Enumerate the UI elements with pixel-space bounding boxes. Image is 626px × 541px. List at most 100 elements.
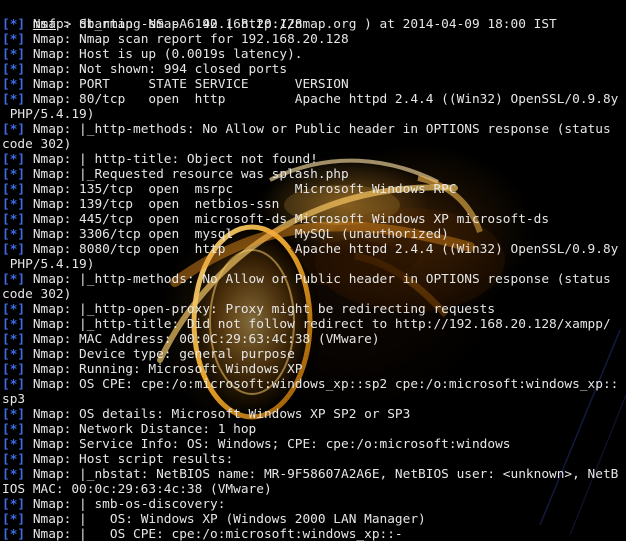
line-prefix: [*]: [2, 347, 26, 362]
line-prefix: [*]: [2, 47, 26, 62]
terminal-line: [*] Nmap: | OS: Windows XP (Windows 2000…: [2, 512, 624, 527]
line-text: Nmap: |_nbstat: NetBIOS name: MR-9F58607…: [25, 467, 619, 482]
terminal-line: [*] Nmap: 139/tcp open netbios-ssn: [2, 197, 624, 212]
line-prefix: [*]: [2, 92, 26, 107]
line-text: Nmap: OS details: Microsoft Windows XP S…: [25, 407, 411, 422]
terminal-line: [*] Nmap: |_http-methods: No Allow or Pu…: [2, 272, 624, 287]
line-prefix: [*]: [2, 332, 26, 347]
line-prefix: [*]: [2, 62, 26, 77]
line-prefix: [*]: [2, 512, 26, 527]
terminal-line: [*] Nmap: |_http-methods: No Allow or Pu…: [2, 122, 624, 137]
terminal-line: [*] Nmap: 3306/tcp open mysql MySQL (una…: [2, 227, 624, 242]
line-prefix: [*]: [2, 452, 26, 467]
line-prefix: [*]: [2, 422, 26, 437]
line-prefix: [*]: [2, 302, 26, 317]
line-text: Nmap: Running: Microsoft Windows XP: [25, 362, 303, 377]
terminal-line: [*] Nmap: Service Info: OS: Windows; CPE…: [2, 437, 624, 452]
line-prefix: [*]: [2, 497, 26, 512]
terminal-line: [*] Nmap: MAC Address: 00:0C:29:63:4C:38…: [2, 332, 624, 347]
line-text: Nmap: 445/tcp open microsoft-ds Microsof…: [25, 212, 550, 227]
line-text: Nmap: Nmap scan report for 192.168.20.12…: [25, 32, 349, 47]
line-prefix: [*]: [2, 362, 26, 377]
line-prefix: [*]: [2, 272, 26, 287]
terminal-line: [*] Nmap: |_http-open-proxy: Proxy might…: [2, 302, 624, 317]
line-text: Nmap: MAC Address: 00:0C:29:63:4C:38 (VM…: [25, 332, 380, 347]
line-text: PHP/5.4.19): [2, 107, 95, 122]
terminal-line: [*] Nmap: 80/tcp open http Apache httpd …: [2, 92, 624, 107]
line-prefix: [*]: [2, 17, 26, 32]
terminal-line: [*] Nmap: | OS CPE: cpe:/o:microsoft:win…: [2, 527, 624, 541]
line-text: Nmap: | smb-os-discovery:: [25, 497, 226, 512]
terminal-line: [*] Nmap: Host is up (0.0019s latency).: [2, 47, 624, 62]
line-text: Nmap: |_http-title: Did not follow redir…: [25, 317, 611, 332]
line-text: Nmap: Starting Nmap 6.40 ( http://nmap.o…: [25, 17, 557, 32]
line-text: Nmap: Host script results:: [25, 452, 234, 467]
line-text: Nmap: 8080/tcp open http Apache httpd 2.…: [25, 242, 619, 257]
terminal-prompt-line: msf > db_nmap -sS -A 192.168.20.128: [2, 2, 624, 32]
terminal-line: [*] Nmap: | smb-os-discovery:: [2, 497, 624, 512]
line-prefix: [*]: [2, 77, 26, 92]
line-text: Nmap: 135/tcp open msrpc Microsoft Windo…: [25, 182, 457, 197]
terminal-line: sp3: [2, 392, 624, 407]
terminal-line: [*] Nmap: Device type: general purpose: [2, 347, 624, 362]
line-prefix: [*]: [2, 527, 26, 541]
terminal-line: code 302): [2, 287, 624, 302]
line-prefix: [*]: [2, 122, 26, 137]
line-prefix: [*]: [2, 167, 26, 182]
terminal-line: code 302): [2, 137, 624, 152]
line-prefix: [*]: [2, 212, 26, 227]
terminal-line: [*] Nmap: Running: Microsoft Windows XP: [2, 362, 624, 377]
line-text: Nmap: Device type: general purpose: [25, 347, 295, 362]
terminal-line: PHP/5.4.19): [2, 257, 624, 272]
line-text: sp3: [2, 392, 26, 407]
line-text: Nmap: 80/tcp open http Apache httpd 2.4.…: [25, 92, 619, 107]
line-prefix: [*]: [2, 152, 26, 167]
line-prefix: [*]: [2, 242, 26, 257]
terminal-line: [*] Nmap: PORT STATE SERVICE VERSION: [2, 77, 624, 92]
terminal-line: [*] Nmap: |_http-title: Did not follow r…: [2, 317, 624, 332]
line-prefix: [*]: [2, 32, 26, 47]
line-text: Nmap: OS CPE: cpe:/o:microsoft:windows_x…: [25, 377, 619, 392]
line-text: Nmap: 139/tcp open netbios-ssn: [25, 197, 280, 212]
line-text: Nmap: Network Distance: 1 hop: [25, 422, 257, 437]
line-prefix: [*]: [2, 317, 26, 332]
line-prefix: [*]: [2, 437, 26, 452]
terminal-line: [*] Nmap: Nmap scan report for 192.168.2…: [2, 32, 624, 47]
line-text: Nmap: Not shown: 994 closed ports: [25, 62, 288, 77]
terminal-line: [*] Nmap: | http-title: Object not found…: [2, 152, 624, 167]
terminal-line: [*] Nmap: OS details: Microsoft Windows …: [2, 407, 624, 422]
line-prefix: [*]: [2, 182, 26, 197]
line-text: Nmap: PORT STATE SERVICE VERSION: [25, 77, 349, 92]
line-text: Nmap: |_http-methods: No Allow or Public…: [25, 122, 611, 137]
line-text: code 302): [2, 137, 72, 152]
terminal-line: [*] Nmap: |_nbstat: NetBIOS name: MR-9F5…: [2, 467, 624, 482]
line-text: Nmap: | OS CPE: cpe:/o:microsoft:windows…: [25, 527, 403, 541]
terminal-line: PHP/5.4.19): [2, 107, 624, 122]
line-text: IOS MAC: 00:0c:29:63:4c:38 (VMware): [2, 482, 272, 497]
line-text: Nmap: Host is up (0.0019s latency).: [25, 47, 303, 62]
line-text: Nmap: | OS: Windows XP (Windows 2000 LAN…: [25, 512, 426, 527]
line-text: code 302): [2, 287, 72, 302]
line-prefix: [*]: [2, 197, 26, 212]
line-text: Nmap: Service Info: OS: Windows; CPE: cp…: [25, 437, 511, 452]
line-prefix: [*]: [2, 467, 26, 482]
terminal-line: [*] Nmap: Starting Nmap 6.40 ( http://nm…: [2, 17, 624, 32]
terminal-line: [*] Nmap: Host script results:: [2, 452, 624, 467]
terminal-line: [*] Nmap: 135/tcp open msrpc Microsoft W…: [2, 182, 624, 197]
terminal-line: [*] Nmap: OS CPE: cpe:/o:microsoft:windo…: [2, 377, 624, 392]
terminal-line: [*] Nmap: Network Distance: 1 hop: [2, 422, 624, 437]
line-text: Nmap: |_http-methods: No Allow or Public…: [25, 272, 611, 287]
terminal-line: [*] Nmap: 8080/tcp open http Apache http…: [2, 242, 624, 257]
line-prefix: [*]: [2, 227, 26, 242]
line-text: Nmap: | http-title: Object not found!: [25, 152, 318, 167]
terminal-line: [*] Nmap: 445/tcp open microsoft-ds Micr…: [2, 212, 624, 227]
line-prefix: [*]: [2, 407, 26, 422]
terminal-line: [*] Nmap: Not shown: 994 closed ports: [2, 62, 624, 77]
line-text: PHP/5.4.19): [2, 257, 95, 272]
line-prefix: [*]: [2, 377, 26, 392]
line-text: Nmap: 3306/tcp open mysql MySQL (unautho…: [25, 227, 449, 242]
terminal-output: msf > db_nmap -sS -A 192.168.20.128 [*] …: [2, 2, 624, 541]
terminal-line: [*] Nmap: |_Requested resource was splas…: [2, 167, 624, 182]
terminal-line: IOS MAC: 00:0c:29:63:4c:38 (VMware): [2, 482, 624, 497]
line-text: Nmap: |_http-open-proxy: Proxy might be …: [25, 302, 496, 317]
